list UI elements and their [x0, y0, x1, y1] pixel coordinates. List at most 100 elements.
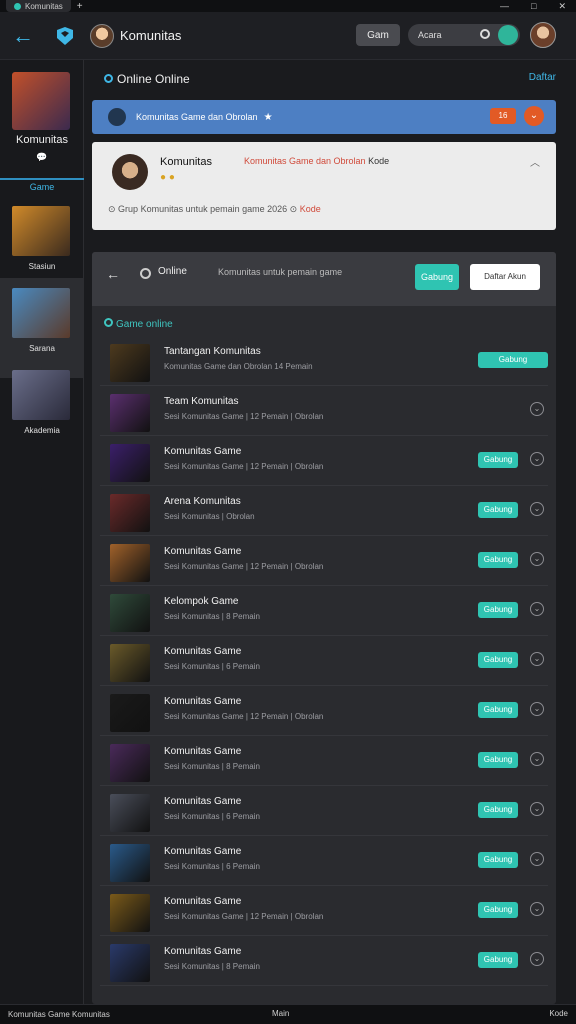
table-row[interactable]: Komunitas Game Sesi Komunitas | 6 Pemain G… [100, 788, 548, 836]
list-link[interactable]: Daftar [529, 72, 556, 83]
game-subtitle: Sesi Komunitas | 8 Pemain [164, 762, 260, 771]
join-button[interactable]: Gabung [478, 552, 518, 568]
tab-title: Komunitas [25, 1, 63, 11]
more-options-icon[interactable]: ⌄ [530, 602, 544, 616]
event-search[interactable]: Acara [408, 24, 520, 46]
register-button[interactable]: Daftar Akun [470, 264, 540, 290]
close-icon[interactable]: ✕ [558, 1, 566, 12]
banner-badge: 16 [490, 108, 516, 124]
back-arrow-icon[interactable]: ← [12, 24, 34, 47]
join-button[interactable]: Gabung [478, 902, 518, 918]
game-name: Tantangan Komunitas [164, 346, 261, 357]
more-options-icon[interactable]: ⌄ [530, 502, 544, 516]
banner-text: Komunitas Game dan Obrolan [136, 112, 258, 122]
more-options-icon[interactable]: ⌄ [530, 702, 544, 716]
new-tab-icon[interactable]: + [77, 1, 83, 12]
join-button[interactable]: Gabung [478, 852, 518, 868]
game-subtitle: Sesi Komunitas | Obrolan [164, 512, 255, 521]
panel-status-icon [140, 268, 151, 279]
app-title: Komunitas [120, 28, 182, 43]
join-button[interactable]: Gabung [478, 952, 518, 968]
game-subtitle: Sesi Komunitas | 6 Pemain [164, 862, 260, 871]
sidebar-item-label: Akademia [24, 426, 60, 435]
community-avatar[interactable] [12, 72, 70, 130]
table-row[interactable]: Komunitas Game Sesi Komunitas Game | 12 P… [100, 438, 548, 486]
user-avatar[interactable] [90, 23, 114, 48]
join-button[interactable]: Gabung [478, 502, 518, 518]
join-button[interactable]: Gabung [478, 602, 518, 618]
profile-footer: ⊙ Grup Komunitas untuk pemain game 2026 … [108, 204, 321, 214]
table-row[interactable]: Arena Komunitas Sesi Komunitas | Obrolan G… [100, 488, 548, 536]
banner-chevron-icon[interactable]: ⌄ [524, 106, 544, 126]
sidebar-section-label: Game [0, 178, 84, 194]
profile-avatar[interactable] [530, 22, 556, 48]
browser-tab[interactable]: Komunitas [6, 0, 71, 12]
more-options-icon[interactable]: ⌄ [530, 402, 544, 416]
emoji-icon: ● ● [160, 172, 175, 183]
table-row[interactable]: Komunitas Game Sesi Komunitas | 6 Pemain G… [100, 638, 548, 686]
game-button[interactable]: Gam [356, 24, 400, 46]
join-button[interactable]: Gabung [478, 452, 518, 468]
more-options-icon[interactable]: ⌄ [530, 902, 544, 916]
more-options-icon[interactable]: ⌄ [530, 652, 544, 666]
game-name: Komunitas Game [164, 546, 242, 557]
search-text: Acara [418, 30, 442, 40]
table-row[interactable]: Komunitas Game Sesi Komunitas | 6 Pemain G… [100, 838, 548, 886]
star-icon[interactable]: ★ [264, 112, 273, 123]
more-options-icon[interactable]: ⌄ [530, 952, 544, 966]
join-button[interactable]: Gabung [478, 352, 548, 368]
game-name: Komunitas Game [164, 646, 242, 657]
more-options-icon[interactable]: ⌄ [530, 802, 544, 816]
community-banner[interactable]: Komunitas Game dan Obrolan ★ 16 ⌄ [92, 100, 556, 134]
more-options-icon[interactable]: ⌄ [530, 552, 544, 566]
tab-favicon-icon [14, 2, 21, 10]
game-name: Team Komunitas [164, 396, 239, 407]
more-options-icon[interactable]: ⌄ [530, 852, 544, 866]
game-thumbnail [12, 206, 70, 256]
maximize-icon[interactable]: □ [531, 1, 536, 12]
chat-icon[interactable]: 💬 [0, 152, 84, 163]
game-name: Kelompok Game [164, 596, 239, 607]
collapse-chevron-icon[interactable]: ︿ [530, 154, 540, 169]
table-row[interactable]: Komunitas Game Sesi Komunitas Game | 12 P… [100, 688, 548, 736]
game-status-icon[interactable] [498, 25, 518, 45]
join-button[interactable]: Gabung [478, 802, 518, 818]
online-ring-icon [104, 74, 113, 83]
sidebar: Komunitas 💬 Game Stasiun Sarana Akademia [0, 60, 84, 1004]
search-icon[interactable] [480, 29, 490, 39]
status-center[interactable]: Main [272, 1009, 289, 1018]
table-row[interactable]: Tantangan Komunitas Komunitas Game dan Ob… [100, 338, 548, 386]
join-button[interactable]: Gabung [478, 752, 518, 768]
table-row[interactable]: Komunitas Game Sesi Komunitas Game | 12 P… [100, 538, 548, 586]
online-title: Online Online [117, 72, 190, 86]
table-row[interactable]: Komunitas Game Sesi Komunitas | 8 Pemain G… [100, 938, 548, 986]
join-button[interactable]: Gabung [415, 264, 459, 290]
table-row[interactable]: Kelompok Game Sesi Komunitas | 8 Pemain Ga… [100, 588, 548, 636]
window-titlebar: Komunitas + — □ ✕ [0, 0, 576, 12]
panel-title: Online [158, 266, 187, 277]
status-right: Kode [549, 1009, 568, 1018]
panel-header: ← Online Komunitas untuk pemain game Gab… [92, 252, 556, 306]
sidebar-item-akademia[interactable]: Akademia [0, 360, 84, 460]
game-thumbnail [110, 394, 150, 432]
main-content: Online Online Daftar Komunitas Game dan … [84, 60, 576, 1004]
table-row[interactable]: Team Komunitas Sesi Komunitas Game | 12 P… [100, 388, 548, 436]
game-thumbnail [110, 794, 150, 832]
game-subtitle: Sesi Komunitas Game | 12 Pemain | Obrola… [164, 412, 324, 421]
join-button[interactable]: Gabung [478, 702, 518, 718]
section-title: Game online [104, 318, 173, 330]
more-options-icon[interactable]: ⌄ [530, 452, 544, 466]
app-logo-icon[interactable] [54, 25, 76, 47]
join-button[interactable]: Gabung [478, 652, 518, 668]
panel-back-icon[interactable]: ← [106, 266, 120, 282]
game-thumbnail [110, 744, 150, 782]
table-row[interactable]: Komunitas Game Sesi Komunitas Game | 12 P… [100, 888, 548, 936]
game-thumbnail [110, 694, 150, 732]
community-name: Komunitas [16, 134, 68, 146]
minimize-icon[interactable]: — [500, 1, 509, 12]
more-options-icon[interactable]: ⌄ [530, 752, 544, 766]
game-name: Komunitas Game [164, 846, 242, 857]
community-avatar[interactable] [112, 154, 148, 190]
table-row[interactable]: Komunitas Game Sesi Komunitas | 8 Pemain G… [100, 738, 548, 786]
community-profile-card: Komunitas Komunitas Game dan Obrolan Kod… [92, 142, 556, 230]
